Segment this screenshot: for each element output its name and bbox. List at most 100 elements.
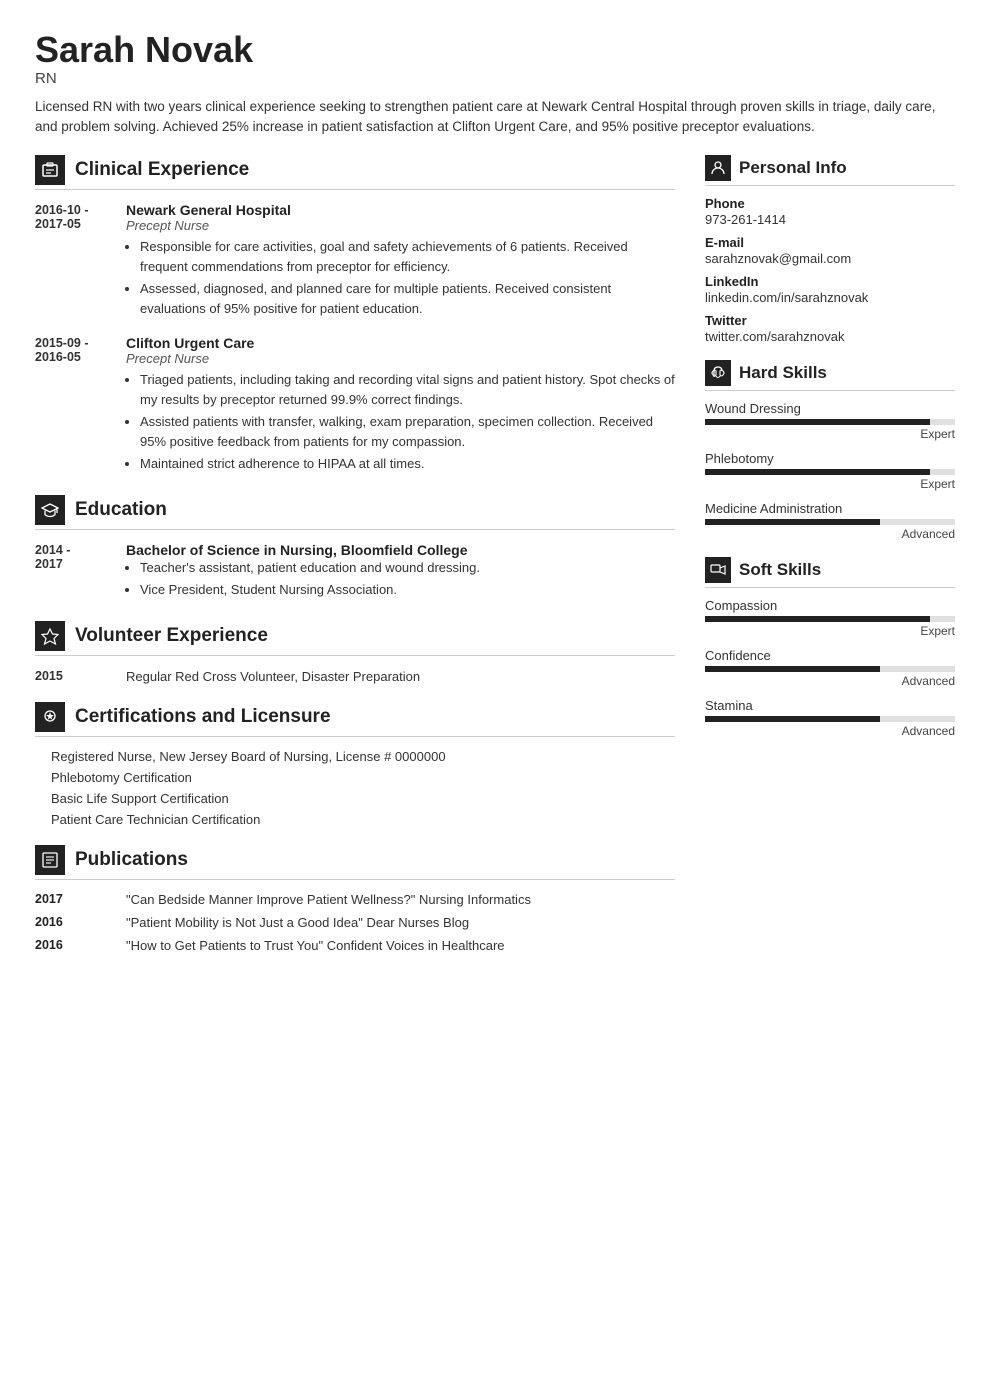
hard-skill-1-name: Phlebotomy xyxy=(705,451,955,466)
bullet: Assisted patients with transfer, walking… xyxy=(140,412,675,451)
bullet: Teacher's assistant, patient education a… xyxy=(140,558,675,578)
clinical-entry-2: 2015-09 -2016-05 Clifton Urgent Care Pre… xyxy=(35,335,675,477)
hard-skill-0-fill xyxy=(705,419,930,425)
hard-skills-label: Hard Skills xyxy=(739,363,827,383)
soft-skill-2-name: Stamina xyxy=(705,698,955,713)
cert-item-2: Basic Life Support Certification xyxy=(35,791,675,806)
soft-skill-2: Stamina Advanced xyxy=(705,698,955,738)
hard-skill-1-fill xyxy=(705,469,930,475)
personal-info-label: Personal Info xyxy=(739,158,847,178)
soft-skill-0-bar xyxy=(705,616,955,622)
volunteer-entry-1-date: 2015 xyxy=(35,668,110,684)
soft-skills-section: Soft Skills Compassion Expert Confidence… xyxy=(705,557,955,738)
hard-skill-2-level: Advanced xyxy=(705,527,955,541)
clinical-entry-1: 2016-10 -2017-05 Newark General Hospital… xyxy=(35,202,675,321)
education-section: Education 2014 -2017 Bachelor of Science… xyxy=(35,495,675,603)
hard-skill-2-fill xyxy=(705,519,880,525)
candidate-title: RN xyxy=(35,70,955,87)
clinical-experience-icon xyxy=(35,155,65,185)
clinical-entry-2-role: Precept Nurse xyxy=(126,351,675,366)
clinical-entry-1-role: Precept Nurse xyxy=(126,218,675,233)
clinical-entry-1-date: 2016-10 -2017-05 xyxy=(35,202,110,321)
publications-icon xyxy=(35,845,65,875)
cert-item-1: Phlebotomy Certification xyxy=(35,770,675,785)
personal-info-linkedin-label: LinkedIn xyxy=(705,274,955,289)
certifications-section: Certifications and Licensure Registered … xyxy=(35,702,675,827)
personal-info-linkedin-value: linkedin.com/in/sarahznovak xyxy=(705,290,955,305)
personal-info-twitter-value: twitter.com/sarahznovak xyxy=(705,329,955,344)
volunteer-icon xyxy=(35,621,65,651)
education-entry-1-bullets: Teacher's assistant, patient education a… xyxy=(126,558,675,600)
education-label: Education xyxy=(75,499,167,521)
personal-info-email-value: sarahznovak@gmail.com xyxy=(705,251,955,266)
hard-skill-1-bar xyxy=(705,469,955,475)
clinical-experience-header: Clinical Experience xyxy=(35,155,675,190)
pub-entry-1: 2016 "Patient Mobility is Not Just a Goo… xyxy=(35,915,675,930)
soft-skill-1-fill xyxy=(705,666,880,672)
clinical-entry-2-bullets: Triaged patients, including taking and r… xyxy=(126,370,675,474)
pub-text-0: "Can Bedside Manner Improve Patient Well… xyxy=(126,892,531,907)
volunteer-entry-1-content: Regular Red Cross Volunteer, Disaster Pr… xyxy=(126,668,675,684)
personal-info-phone-label: Phone xyxy=(705,196,955,211)
right-column: Personal Info Phone 973-261-1414 E-mail … xyxy=(705,155,955,971)
main-layout: Clinical Experience 2016-10 -2017-05 New… xyxy=(35,155,955,971)
soft-skill-2-fill xyxy=(705,716,880,722)
candidate-name: Sarah Novak xyxy=(35,30,955,70)
certifications-header: Certifications and Licensure xyxy=(35,702,675,737)
hard-skill-2-bar xyxy=(705,519,955,525)
clinical-entry-2-content: Clifton Urgent Care Precept Nurse Triage… xyxy=(126,335,675,477)
cert-item-3: Patient Care Technician Certification xyxy=(35,812,675,827)
pub-year-0: 2017 xyxy=(35,892,110,907)
bullet: Triaged patients, including taking and r… xyxy=(140,370,675,409)
volunteer-entry-1-text: Regular Red Cross Volunteer, Disaster Pr… xyxy=(126,669,420,684)
hard-skill-0-level: Expert xyxy=(705,427,955,441)
soft-skill-2-bar xyxy=(705,716,955,722)
hard-skills-header: Hard Skills xyxy=(705,360,955,391)
hard-skill-0: Wound Dressing Expert xyxy=(705,401,955,441)
clinical-entry-1-bullets: Responsible for care activities, goal an… xyxy=(126,237,675,318)
soft-skill-0: Compassion Expert xyxy=(705,598,955,638)
soft-skill-0-fill xyxy=(705,616,930,622)
hard-skill-1-level: Expert xyxy=(705,477,955,491)
bullet: Maintained strict adherence to HIPAA at … xyxy=(140,454,675,474)
education-entry-1-org: Bachelor of Science in Nursing, Bloomfie… xyxy=(126,542,675,558)
volunteer-section: Volunteer Experience 2015 Regular Red Cr… xyxy=(35,621,675,684)
left-column: Clinical Experience 2016-10 -2017-05 New… xyxy=(35,155,675,971)
soft-skill-1-level: Advanced xyxy=(705,674,955,688)
soft-skill-1-name: Confidence xyxy=(705,648,955,663)
bullet: Responsible for care activities, goal an… xyxy=(140,237,675,276)
clinical-experience-label: Clinical Experience xyxy=(75,159,249,181)
publications-label: Publications xyxy=(75,849,188,871)
education-entry-1-content: Bachelor of Science in Nursing, Bloomfie… xyxy=(126,542,675,603)
soft-skills-label: Soft Skills xyxy=(739,560,821,580)
hard-skill-2-name: Medicine Administration xyxy=(705,501,955,516)
soft-skill-0-name: Compassion xyxy=(705,598,955,613)
clinical-experience-section: Clinical Experience 2016-10 -2017-05 New… xyxy=(35,155,675,477)
pub-year-1: 2016 xyxy=(35,915,110,930)
personal-info-phone-value: 973-261-1414 xyxy=(705,212,955,227)
pub-text-1: "Patient Mobility is Not Just a Good Ide… xyxy=(126,915,469,930)
header: Sarah Novak RN Licensed RN with two year… xyxy=(35,30,955,137)
volunteer-entry-1: 2015 Regular Red Cross Volunteer, Disast… xyxy=(35,668,675,684)
candidate-summary: Licensed RN with two years clinical expe… xyxy=(35,97,955,138)
certifications-list: Registered Nurse, New Jersey Board of Nu… xyxy=(35,749,675,827)
education-header: Education xyxy=(35,495,675,530)
education-entry-1-date: 2014 -2017 xyxy=(35,542,110,603)
hard-skills-icon xyxy=(705,360,731,386)
pub-entry-0: 2017 "Can Bedside Manner Improve Patient… xyxy=(35,892,675,907)
personal-info-section: Personal Info Phone 973-261-1414 E-mail … xyxy=(705,155,955,344)
soft-skill-0-level: Expert xyxy=(705,624,955,638)
soft-skills-header: Soft Skills xyxy=(705,557,955,588)
volunteer-label: Volunteer Experience xyxy=(75,625,268,647)
personal-info-icon xyxy=(705,155,731,181)
clinical-entry-2-date: 2015-09 -2016-05 xyxy=(35,335,110,477)
personal-info-email-label: E-mail xyxy=(705,235,955,250)
bullet: Vice President, Student Nursing Associat… xyxy=(140,580,675,600)
soft-skill-2-level: Advanced xyxy=(705,724,955,738)
publications-list: 2017 "Can Bedside Manner Improve Patient… xyxy=(35,892,675,953)
pub-text-2: "How to Get Patients to Trust You" Confi… xyxy=(126,938,505,953)
personal-info-header: Personal Info xyxy=(705,155,955,186)
certifications-label: Certifications and Licensure xyxy=(75,706,331,728)
hard-skills-section: Hard Skills Wound Dressing Expert Phlebo… xyxy=(705,360,955,541)
personal-info-twitter-label: Twitter xyxy=(705,313,955,328)
